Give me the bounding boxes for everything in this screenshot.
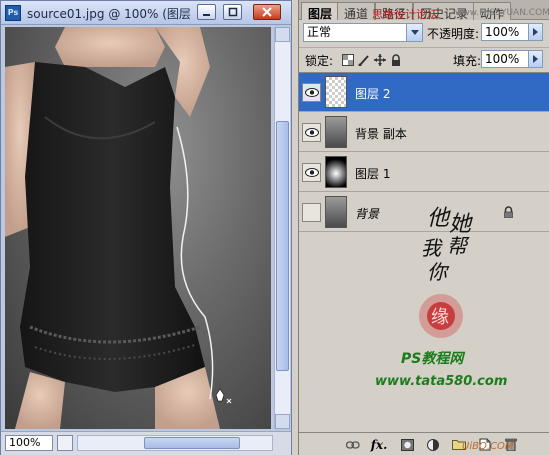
vertical-scrollbar[interactable] xyxy=(274,27,290,429)
minimize-icon xyxy=(203,13,210,16)
photo-model-image xyxy=(5,27,232,429)
fill-arrow-icon[interactable] xyxy=(528,51,542,67)
blend-opacity-row: 正常 不透明度: 100% xyxy=(299,22,549,44)
lock-transparent-pixels-icon[interactable] xyxy=(341,53,354,66)
horizontal-scroll-thumb[interactable] xyxy=(144,437,240,449)
close-button[interactable] xyxy=(253,4,281,20)
tab-layers[interactable]: 图层 xyxy=(301,2,340,21)
lock-all-icon[interactable] xyxy=(389,53,402,66)
restore-icon xyxy=(228,7,237,17)
layer-name: 图层 1 xyxy=(355,167,391,181)
lock-label: 锁定: xyxy=(305,54,334,68)
document-status-bar: 100% xyxy=(1,431,291,455)
calligraphy-char-4: 帮 xyxy=(447,234,470,258)
lock-position-icon[interactable] xyxy=(373,53,386,66)
tab-channels[interactable]: 通道 xyxy=(337,2,376,21)
adjustment-layer-icon[interactable] xyxy=(425,437,441,452)
bottom-watermark-text: UiBQ.COM xyxy=(462,441,514,452)
opacity-label: 不透明度: xyxy=(427,27,480,41)
photoshop-app-icon: Ps xyxy=(5,5,21,21)
top-watermark-text: 思缘设计论坛 xyxy=(372,8,438,21)
blend-mode-select[interactable]: 正常 xyxy=(303,23,423,42)
layer-lock-icon xyxy=(504,206,513,218)
close-icon xyxy=(262,7,272,17)
document-title-bar[interactable]: Ps source01.jpg @ 100% (图层 xyxy=(1,1,291,25)
fill-label: 填充: xyxy=(453,54,482,68)
document-window: Ps source01.jpg @ 100% (图层 100% xyxy=(0,0,292,455)
layer-row-background[interactable]: 背景 xyxy=(299,193,549,232)
calligraphy-char-3: 我 xyxy=(421,236,443,260)
fill-field[interactable]: 100% xyxy=(481,50,543,68)
vertical-scroll-thumb[interactable] xyxy=(276,121,289,371)
lock-image-pixels-icon[interactable] xyxy=(357,53,370,66)
scroll-down-arrow[interactable] xyxy=(275,414,290,429)
layer-thumbnail xyxy=(325,156,347,188)
opacity-value: 100% xyxy=(485,25,520,39)
layer-style-fx-icon[interactable]: fx. xyxy=(371,437,388,452)
calligraphy-char-5: 你 xyxy=(427,260,450,284)
layers-list: 图层 2 背景 副本 图层 1 背景 他 她 我 帮 你 缘 PS教程网 www… xyxy=(299,72,549,430)
layer-thumbnail xyxy=(325,196,347,228)
scroll-up-arrow[interactable] xyxy=(275,27,290,42)
document-title: source01.jpg @ 100% (图层 xyxy=(27,7,191,21)
fill-value: 100% xyxy=(485,52,520,66)
status-info-icon[interactable] xyxy=(57,435,73,451)
layer-name: 图层 2 xyxy=(355,87,391,101)
layer-row-layer-1[interactable]: 图层 1 xyxy=(299,153,549,192)
blend-mode-value: 正常 xyxy=(307,25,332,39)
add-layer-mask-icon[interactable] xyxy=(399,437,415,452)
zoom-field[interactable]: 100% xyxy=(5,435,53,451)
eye-icon[interactable] xyxy=(302,123,321,142)
layer-thumbnail xyxy=(325,76,347,108)
photoshop-workspace: Ps source01.jpg @ 100% (图层 100% 图层 通道 路径… xyxy=(0,0,549,455)
minimize-button[interactable] xyxy=(197,4,216,20)
seal-char: 缘 xyxy=(431,307,449,328)
lock-fill-row: 锁定: 填充: 100% xyxy=(299,47,549,69)
layers-panel: 图层 通道 路径 历史记录 动作 正常 不透明度: 100% 锁定: 填充: 1… xyxy=(298,0,549,455)
opacity-arrow-icon[interactable] xyxy=(528,24,542,40)
layer-thumbnail xyxy=(325,116,347,148)
restore-button[interactable] xyxy=(223,4,242,20)
opacity-field[interactable]: 100% xyxy=(481,23,543,41)
red-seal xyxy=(427,302,455,330)
horizontal-scrollbar[interactable] xyxy=(77,435,273,451)
top-watermark-url: www.MISSYUAN.COM xyxy=(455,8,549,18)
eye-icon[interactable] xyxy=(302,83,321,102)
layer-row-layer-2[interactable]: 图层 2 xyxy=(299,73,549,112)
eye-icon[interactable] xyxy=(302,163,321,182)
layer-row-background-copy[interactable]: 背景 副本 xyxy=(299,113,549,152)
site-url-text: www.tata580.com xyxy=(375,374,507,389)
image-canvas[interactable] xyxy=(5,27,271,429)
visibility-toggle-empty[interactable] xyxy=(302,203,321,222)
layer-name: 背景 xyxy=(355,207,380,221)
layer-name: 背景 副本 xyxy=(355,127,407,141)
link-layers-icon[interactable] xyxy=(345,437,361,452)
chevron-down-icon[interactable] xyxy=(406,24,422,41)
site-name-text: PS教程网 xyxy=(401,350,465,367)
red-seal-blur xyxy=(419,294,463,338)
